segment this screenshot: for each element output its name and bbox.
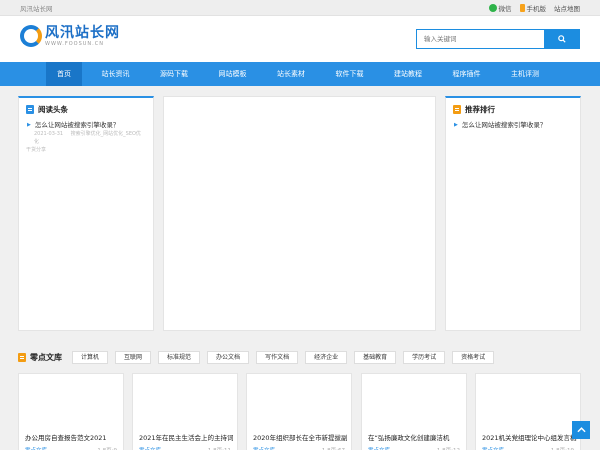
document-icon: [26, 104, 34, 114]
library-tag[interactable]: 学历考试: [403, 350, 446, 364]
center-content-panel: [163, 96, 436, 331]
doc-card-source[interactable]: 零点文库: [368, 446, 390, 450]
doc-card[interactable]: 办公用房自查报告范文2021 零点文库 1 8页:9: [18, 373, 124, 450]
library-section-header: 零点文库 计算机 互联网 标准规范 办公文档 写作文档 经济企业 基础教育 学历考试 资格考试: [18, 349, 495, 365]
doc-card-pages: 1 8页:11: [208, 446, 231, 450]
logo-text: 风汛站长网 WWW.FOOSUN.CN: [45, 25, 120, 47]
doc-card-pages: 1 8页:12: [437, 446, 460, 450]
logo-f-icon: [20, 25, 42, 47]
mobile-phone-icon: [519, 3, 525, 12]
ranking-list: ▶ 怎么让网站被搜索引擎收录？: [446, 120, 580, 130]
doc-card-pages: 1 8页:19: [551, 446, 574, 450]
panel-title: 推荐排行: [465, 104, 495, 114]
recommended-ranking-panel: 推荐排行 ▶ 怎么让网站被搜索引擎收录？: [445, 96, 581, 331]
doc-card-footer: 零点文库 1 8页:11: [139, 446, 231, 450]
doc-card-title[interactable]: 2020年组织部长在全市新提拔副: [253, 432, 348, 442]
doc-card-footer: 零点文库 1 8页:12: [368, 446, 460, 450]
sitemap-link[interactable]: 站点地图: [554, 3, 580, 13]
library-tags: 计算机 互联网 标准规范 办公文档 写作文档 经济企业 基础教育 学历考试 资格考试: [72, 350, 495, 364]
nav-item[interactable]: 站长素材: [266, 62, 316, 86]
doc-card-source[interactable]: 零点文库: [139, 446, 161, 450]
library-tag[interactable]: 写作文档: [256, 350, 299, 364]
site-logo[interactable]: 风汛站长网 WWW.FOOSUN.CN: [20, 25, 120, 47]
ranking-item-title: 怎么让网站被搜索引擎收录？: [461, 121, 547, 129]
library-tag[interactable]: 互联网: [115, 350, 152, 364]
ranking-icon: [453, 104, 461, 114]
wechat-icon: [488, 3, 497, 12]
ranking-item[interactable]: ▶ 怎么让网站被搜索引擎收录？: [453, 120, 573, 130]
headline-article: ▶ 怎么让网站被搜索引擎收录？ 2021-03-31 搜索引擎优化_网站优化_S…: [19, 120, 153, 154]
triangle-right-icon: ▶: [454, 122, 458, 128]
article-title: 怎么让网站被搜索引擎收录？: [34, 121, 120, 129]
wechat-link[interactable]: 微信: [488, 3, 512, 13]
doc-card-footer: 零点文库 1 8页:9: [25, 446, 117, 450]
library-title: 零点文库: [18, 352, 62, 363]
doc-card-footer: 零点文库 1 8页:19: [482, 446, 574, 450]
nav-item[interactable]: 站长资讯: [91, 62, 141, 86]
triangle-right-icon: ▶: [27, 122, 31, 128]
top-bar: 风汛站长网 微信 手机版 站点地图: [0, 0, 600, 16]
doc-card-source[interactable]: 零点文库: [482, 446, 504, 450]
nav-item[interactable]: 建站教程: [383, 62, 433, 86]
reading-headlines-panel: 阅读头条 ▶ 怎么让网站被搜索引擎收录？ 2021-03-31 搜索引擎优化_网…: [18, 96, 154, 331]
logo-name: 风汛站长网: [45, 25, 120, 41]
library-tag[interactable]: 资格考试: [452, 350, 495, 364]
nav-item[interactable]: 主机评测: [500, 62, 550, 86]
panel-title: 阅读头条: [38, 104, 68, 114]
doc-card-source[interactable]: 零点文库: [253, 446, 275, 450]
library-title-text: 零点文库: [30, 352, 62, 362]
search-button[interactable]: [544, 29, 580, 49]
back-to-top-button[interactable]: [572, 421, 590, 439]
doc-card[interactable]: 在“弘扬廉政文化创建廉洁机零点文库 1 8页:12: [361, 373, 467, 450]
article-link[interactable]: ▶ 怎么让网站被搜索引擎收录？: [26, 120, 146, 130]
doc-card-pages: 1 8页:67: [322, 446, 345, 450]
nav-item[interactable]: 首页: [46, 62, 82, 86]
article-category[interactable]: 干货分享: [26, 146, 146, 154]
panel-header: 推荐排行: [446, 98, 580, 120]
nav-item[interactable]: 网站模板: [208, 62, 258, 86]
sitemap-label: 站点地图: [554, 4, 580, 13]
wechat-label: 微信: [498, 4, 512, 13]
nav-item[interactable]: 程序插件: [442, 62, 492, 86]
search-icon: [558, 35, 566, 43]
doc-card-source[interactable]: 零点文库: [25, 446, 47, 450]
mobile-link[interactable]: 手机版: [519, 3, 547, 13]
nav-item[interactable]: 软件下载: [325, 62, 375, 86]
doc-card-title[interactable]: 办公用房自查报告范文2021: [25, 432, 107, 442]
library-tag[interactable]: 基础教育: [354, 350, 397, 364]
nav-item[interactable]: 源码下载: [149, 62, 199, 86]
doc-card[interactable]: 2021机关党组理论中心组发言稿零点文库 1 8页:19: [475, 373, 581, 450]
site-name-text: 风汛站长网: [20, 4, 53, 13]
library-tag[interactable]: 标准规范: [158, 350, 201, 364]
doc-card-title[interactable]: 2021机关党组理论中心组发言稿: [482, 432, 577, 442]
doc-card-title[interactable]: 在“弘扬廉政文化创建廉洁机: [368, 432, 449, 442]
main-nav: 首页 站长资讯 源码下载 网站模板 站长素材 软件下载 建站教程 程序插件 主机评测: [0, 62, 600, 86]
search-bar: [416, 29, 580, 49]
header: 风汛站长网 WWW.FOOSUN.CN: [0, 16, 600, 62]
panel-header: 阅读头条: [19, 98, 153, 120]
library-tag[interactable]: 办公文档: [207, 350, 250, 364]
library-tag[interactable]: 计算机: [72, 350, 109, 364]
logo-domain: WWW.FOOSUN.CN: [45, 41, 104, 47]
nav-items: 首页 站长资讯 源码下载 网站模板 站长素材 软件下载 建站教程 程序插件 主机评测: [20, 62, 580, 86]
library-tag[interactable]: 经济企业: [305, 350, 348, 364]
library-icon: [18, 352, 26, 362]
doc-card-title[interactable]: 2021年在民主生活会上的主持词: [139, 432, 234, 442]
top-links: 微信 手机版 站点地图: [488, 3, 580, 13]
doc-card[interactable]: 2020年组织部长在全市新提拔副零点文库 1 8页:67: [246, 373, 352, 450]
mobile-label: 手机版: [526, 4, 547, 13]
article-meta: 2021-03-31 搜索引擎优化_网站优化_SEO优化: [26, 130, 146, 146]
search-input[interactable]: [416, 29, 544, 49]
article-date: 2021-03-31: [34, 131, 64, 137]
chevron-up-icon: [576, 427, 586, 433]
doc-card[interactable]: 2021年在民主生活会上的主持词零点文库 1 8页:11: [132, 373, 238, 450]
doc-card-footer: 零点文库 1 8页:67: [253, 446, 345, 450]
doc-card-pages: 1 8页:9: [97, 446, 117, 450]
